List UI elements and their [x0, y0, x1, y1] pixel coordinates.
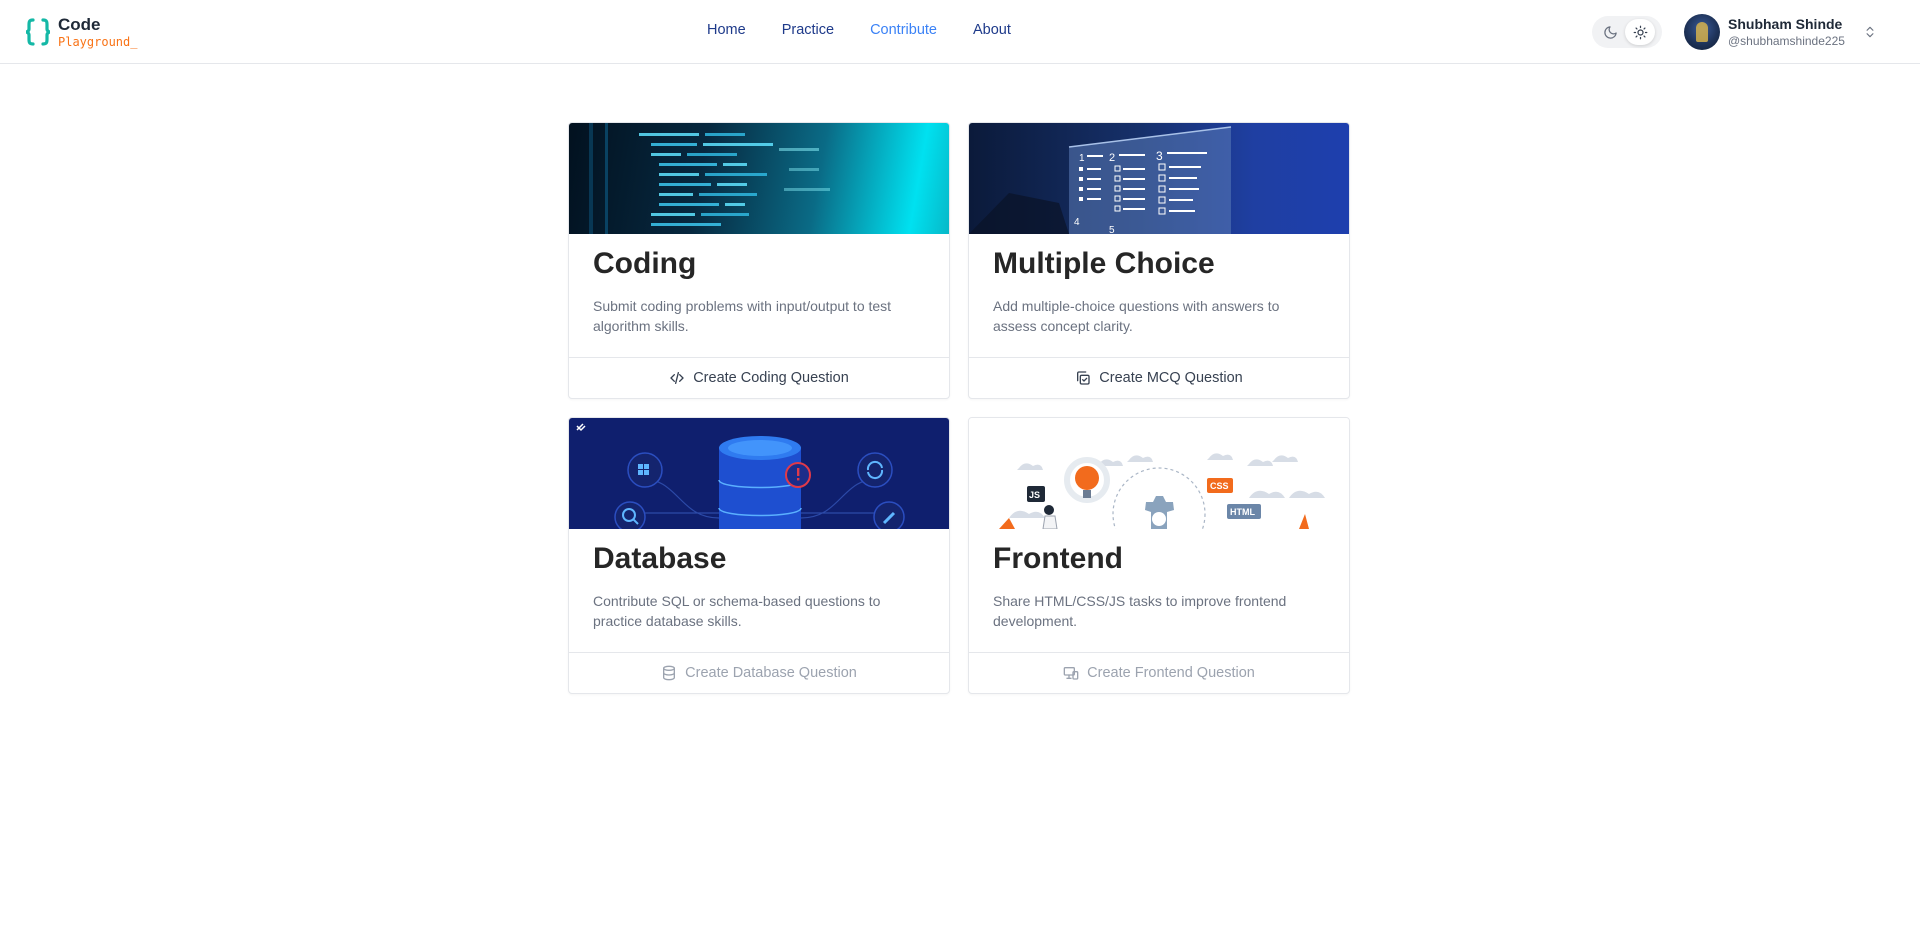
mcq-number-5: 5: [1109, 225, 1115, 234]
frontend-card: JS CSS HTML Frontend Share HTML/CSS/JS t…: [968, 417, 1350, 694]
database-card: Database Contribute SQL or schema-based …: [568, 417, 950, 694]
nav-about[interactable]: About: [973, 22, 1011, 38]
mcq-number-4: 4: [1074, 217, 1080, 228]
database-card-image: [569, 418, 949, 529]
card-title: Multiple Choice: [993, 247, 1215, 280]
top-header: Code Playground_ Home Practice Contribut…: [0, 0, 1920, 64]
contribute-card-grid: Coding Submit coding problems with input…: [568, 122, 1352, 694]
card-description: Share HTML/CSS/JS tasks to improve front…: [993, 593, 1287, 629]
html-badge-label: HTML: [1230, 507, 1255, 517]
card-description: Contribute SQL or schema-based questions…: [593, 593, 881, 629]
brand-title: Code: [58, 15, 101, 34]
button-label: Create Frontend Question: [1087, 665, 1255, 681]
card-title: Frontend: [993, 542, 1123, 575]
avatar: [1684, 14, 1720, 50]
js-badge-label: JS: [1029, 490, 1040, 500]
coding-card: Coding Submit coding problems with input…: [568, 122, 950, 399]
theme-toggle: [1592, 16, 1662, 48]
user-handle: @shubhamshinde225: [1728, 34, 1845, 48]
main-nav: Home Practice Contribute About: [707, 22, 1047, 38]
create-frontend-question-button[interactable]: Create Frontend Question: [969, 652, 1349, 693]
braces-logo-icon: [25, 18, 51, 46]
mcq-number-2: 2: [1109, 152, 1115, 164]
code-icon: [670, 372, 684, 384]
mcq-number-3: 3: [1156, 149, 1163, 163]
button-label: Create Database Question: [685, 665, 857, 681]
user-name: Shubham Shinde: [1728, 16, 1843, 32]
devices-icon: [1063, 667, 1079, 680]
frontend-card-image: JS CSS HTML: [969, 418, 1349, 529]
multiple-choice-card-image: 1 2 3 4 5: [969, 123, 1349, 234]
chevrons-up-down-icon: [1866, 26, 1874, 38]
multiple-choice-card: 1 2 3 4 5 Multiple Choice Add multiple-c…: [968, 122, 1350, 399]
copy-check-icon: [1077, 371, 1090, 385]
css-badge-label: CSS: [1210, 481, 1229, 491]
card-description: Add multiple-choice questions with answe…: [993, 298, 1280, 334]
brand-subtitle: Playground_: [58, 35, 138, 49]
mcq-number-1: 1: [1079, 153, 1085, 164]
nav-contribute[interactable]: Contribute: [870, 22, 937, 38]
nav-practice[interactable]: Practice: [782, 22, 834, 38]
button-label: Create Coding Question: [693, 370, 849, 386]
card-title: Coding: [593, 247, 697, 280]
moon-icon: [1603, 25, 1617, 39]
sun-icon: [1633, 25, 1647, 39]
button-label: Create MCQ Question: [1099, 370, 1243, 386]
card-description: Submit coding problems with input/output…: [593, 298, 892, 334]
nav-home[interactable]: Home: [707, 22, 746, 38]
database-icon: [663, 665, 676, 681]
light-mode-button[interactable]: [1625, 19, 1655, 45]
create-database-question-button[interactable]: Create Database Question: [569, 652, 949, 693]
create-coding-question-button[interactable]: Create Coding Question: [569, 357, 949, 398]
dark-mode-button[interactable]: [1595, 19, 1625, 45]
card-title: Database: [593, 542, 727, 575]
logo[interactable]: Code Playground_: [24, 14, 137, 50]
coding-card-image: [569, 123, 949, 234]
create-mcq-question-button[interactable]: Create MCQ Question: [969, 357, 1349, 398]
user-menu[interactable]: Shubham Shinde @shubhamshinde225: [1684, 14, 1877, 50]
